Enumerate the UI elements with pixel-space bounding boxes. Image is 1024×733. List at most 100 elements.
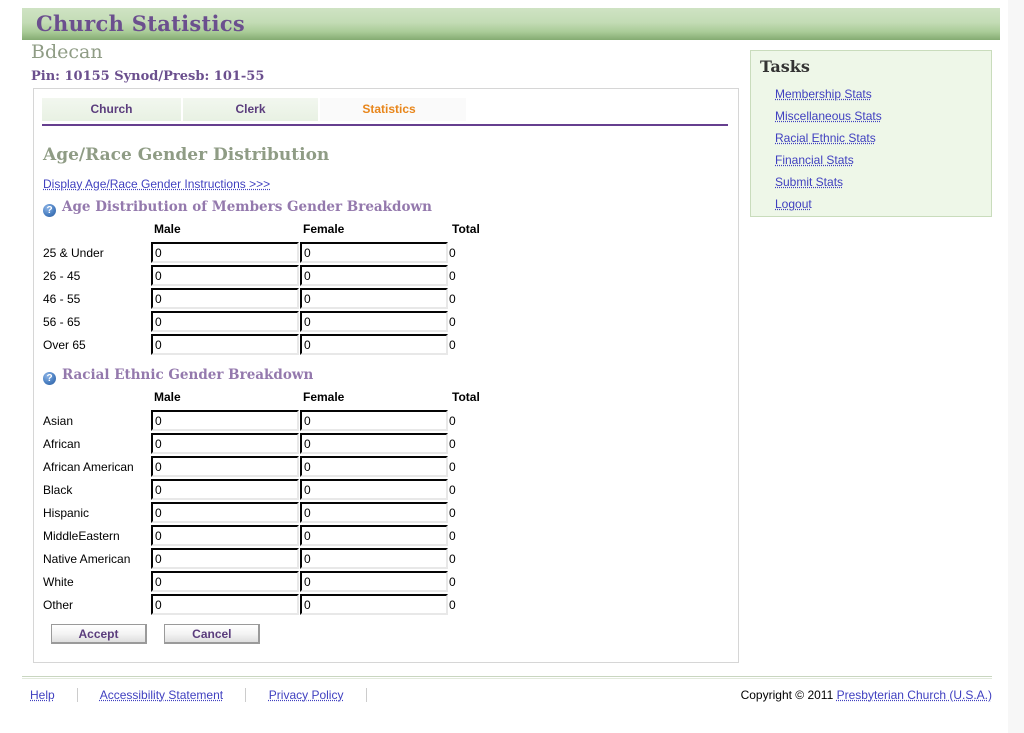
race-hispanic-male-input[interactable] bbox=[151, 502, 299, 523]
age-25-under-male-input[interactable] bbox=[151, 242, 299, 263]
race-asian-female-input[interactable] bbox=[300, 410, 448, 431]
age-26-45-female-input[interactable] bbox=[300, 265, 448, 286]
female-input-cell bbox=[300, 478, 449, 501]
age-over-65-female-input[interactable] bbox=[300, 334, 448, 355]
task-link-financial-stats[interactable]: Financial Stats bbox=[775, 153, 854, 167]
race-african-american-male-input[interactable] bbox=[151, 456, 299, 477]
male-input-cell bbox=[151, 524, 300, 547]
footer-link-accessibility-statement[interactable]: Accessibility Statement bbox=[100, 688, 223, 702]
age-46-55-female-input[interactable] bbox=[300, 288, 448, 309]
help-icon[interactable]: ? bbox=[43, 372, 56, 385]
age-25-under-female-input[interactable] bbox=[300, 242, 448, 263]
tab-church[interactable]: Church bbox=[42, 98, 182, 121]
footer-links: Help Accessibility Statement Privacy Pol… bbox=[30, 688, 386, 704]
table-header-row: Male Female Total bbox=[43, 389, 492, 409]
male-input-cell bbox=[151, 455, 300, 478]
row-label: Hispanic bbox=[43, 505, 90, 520]
race-middleeastern-total: 0 bbox=[449, 528, 456, 543]
race-black-male-input[interactable] bbox=[151, 479, 299, 500]
race-black-female-input[interactable] bbox=[300, 479, 448, 500]
form-actions: Accept Cancel bbox=[51, 624, 274, 644]
race-african-total: 0 bbox=[449, 436, 456, 451]
footer-link-privacy-policy[interactable]: Privacy Policy bbox=[269, 688, 344, 702]
male-input-cell bbox=[151, 593, 300, 616]
race-other-female-input[interactable] bbox=[300, 594, 448, 615]
female-input-cell bbox=[300, 264, 449, 287]
tab-bar-filler bbox=[458, 98, 466, 121]
church-name: Bdecan bbox=[31, 41, 103, 63]
copyright-link[interactable]: Presbyterian Church (U.S.A.) bbox=[837, 688, 992, 702]
race-native-american-male-input[interactable] bbox=[151, 548, 299, 569]
female-input-cell bbox=[300, 524, 449, 547]
male-input-cell bbox=[151, 478, 300, 501]
tab-statistics[interactable]: Statistics bbox=[320, 98, 458, 121]
age-26-45-male-input[interactable] bbox=[151, 265, 299, 286]
row-label: African bbox=[43, 436, 81, 451]
tab-underline bbox=[42, 124, 728, 126]
race-african-female-input[interactable] bbox=[300, 433, 448, 454]
row-label: African American bbox=[43, 459, 134, 474]
task-link-submit-stats[interactable]: Submit Stats bbox=[775, 175, 843, 189]
race-other-male-input[interactable] bbox=[151, 594, 299, 615]
race-section-heading: ? Racial Ethnic Gender Breakdown bbox=[43, 367, 313, 385]
table-header-row: Male Female Total bbox=[43, 221, 492, 241]
age-56-65-male-input[interactable] bbox=[151, 311, 299, 332]
male-input-cell bbox=[151, 264, 300, 287]
page-root: Church Statistics Bdecan Pin: 10155 Syno… bbox=[0, 0, 1008, 733]
task-link-membership-stats[interactable]: Membership Stats bbox=[775, 87, 872, 101]
age-46-55-male-input[interactable] bbox=[151, 288, 299, 309]
female-column-header: Female bbox=[303, 222, 345, 236]
age-distribution-table: Male Female Total 25 & Under 0 26 - 45 0 bbox=[43, 221, 492, 356]
race-label-column-header bbox=[43, 389, 151, 409]
task-link-logout[interactable]: Logout bbox=[775, 197, 812, 211]
race-black-total: 0 bbox=[449, 482, 456, 497]
male-input-cell bbox=[151, 432, 300, 455]
race-native-american-total: 0 bbox=[449, 551, 456, 566]
female-input-cell bbox=[300, 241, 449, 264]
race-white-male-input[interactable] bbox=[151, 571, 299, 592]
age-56-65-female-input[interactable] bbox=[300, 311, 448, 332]
footer-link-help[interactable]: Help bbox=[30, 688, 55, 702]
female-input-cell bbox=[300, 593, 449, 616]
copyright-notice: Copyright © 2011 Presbyterian Church (U.… bbox=[741, 688, 992, 702]
accept-button[interactable]: Accept bbox=[51, 624, 147, 644]
task-link-miscellaneous-stats[interactable]: Miscellaneous Stats bbox=[775, 109, 882, 123]
tab-clerk[interactable]: Clerk bbox=[183, 98, 319, 121]
age-25-under-total: 0 bbox=[449, 245, 456, 260]
row-label: 46 - 55 bbox=[43, 291, 81, 306]
age-over-65-male-input[interactable] bbox=[151, 334, 299, 355]
race-african-american-female-input[interactable] bbox=[300, 456, 448, 477]
tasks-panel: Tasks Membership Stats Miscellaneous Sta… bbox=[750, 50, 992, 217]
table-row: Native American 0 bbox=[43, 547, 492, 570]
church-pin-line: Pin: 10155 Synod/Presb: 101-55 bbox=[31, 69, 265, 84]
race-middleeastern-female-input[interactable] bbox=[300, 525, 448, 546]
list-item: Logout bbox=[775, 193, 882, 215]
female-column-header: Female bbox=[303, 390, 345, 404]
race-hispanic-female-input[interactable] bbox=[300, 502, 448, 523]
male-input-cell bbox=[151, 333, 300, 356]
help-icon[interactable]: ? bbox=[43, 204, 56, 217]
row-label: Other bbox=[43, 597, 74, 612]
male-input-cell bbox=[151, 409, 300, 432]
race-native-american-female-input[interactable] bbox=[300, 548, 448, 569]
race-asian-male-input[interactable] bbox=[151, 410, 299, 431]
race-middleeastern-male-input[interactable] bbox=[151, 525, 299, 546]
table-row: Hispanic 0 bbox=[43, 501, 492, 524]
table-row: 25 & Under 0 bbox=[43, 241, 492, 264]
race-african-male-input[interactable] bbox=[151, 433, 299, 454]
race-white-total: 0 bbox=[449, 574, 456, 589]
instructions-link[interactable]: Display Age/Race Gender Instructions >>> bbox=[43, 177, 270, 191]
content-panel: Church Clerk Statistics Age/Race Gender … bbox=[33, 88, 739, 663]
male-column-header: Male bbox=[154, 390, 181, 404]
cancel-button[interactable]: Cancel bbox=[164, 624, 261, 644]
male-input-cell bbox=[151, 241, 300, 264]
row-label: 26 - 45 bbox=[43, 268, 81, 283]
row-label: White bbox=[43, 574, 74, 589]
task-link-racial-ethnic-stats[interactable]: Racial Ethnic Stats bbox=[775, 131, 876, 145]
race-white-female-input[interactable] bbox=[300, 571, 448, 592]
age-section-heading: ? Age Distribution of Members Gender Brea… bbox=[43, 199, 432, 217]
female-input-cell bbox=[300, 547, 449, 570]
table-row: 26 - 45 0 bbox=[43, 264, 492, 287]
table-row: 46 - 55 0 bbox=[43, 287, 492, 310]
male-input-cell bbox=[151, 310, 300, 333]
